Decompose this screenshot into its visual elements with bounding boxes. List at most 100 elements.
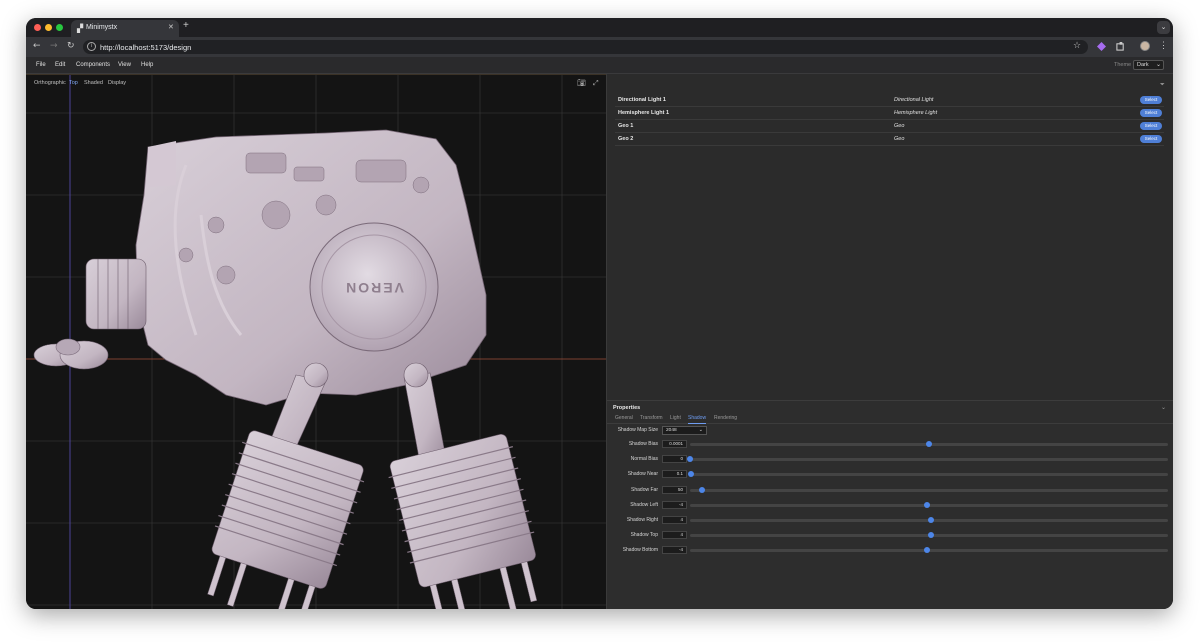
shadow-bias-input[interactable]: 0.0001 bbox=[662, 440, 687, 448]
slider-thumb[interactable] bbox=[923, 501, 930, 508]
mode-orthographic[interactable]: Orthographic bbox=[34, 80, 66, 86]
tab-search-icon[interactable]: ⌄ bbox=[1157, 21, 1170, 34]
properties-title: Properties bbox=[613, 405, 641, 411]
extensions-puzzle-icon[interactable] bbox=[1116, 42, 1125, 51]
shadow-bottom-slider[interactable] bbox=[690, 547, 1168, 554]
browser-toolbar: ← → ↻ i http://localhost:5173/design ☆ ⋮ bbox=[26, 37, 1173, 57]
scene-row[interactable]: Directional Light 1 Directional Light Se… bbox=[615, 94, 1164, 107]
menu-components[interactable]: Components bbox=[76, 62, 110, 68]
shadow-map-size-value: 2048 bbox=[666, 428, 677, 433]
collapse-chevron-icon[interactable]: ⌄ bbox=[1161, 404, 1166, 411]
browser-tab[interactable]: ▞ Minimystx ✕ bbox=[71, 20, 179, 37]
slider-thumb[interactable] bbox=[923, 547, 930, 554]
slider-thumb[interactable] bbox=[928, 532, 935, 539]
slider-thumb[interactable] bbox=[928, 517, 935, 523]
browser-menu-icon[interactable]: ⋮ bbox=[1159, 40, 1168, 51]
filter-icon[interactable]: ⏷ bbox=[1160, 81, 1165, 89]
site-info-icon[interactable]: i bbox=[87, 42, 96, 51]
app-menubar: File Edit Components View Help Theme Dar… bbox=[26, 57, 1173, 74]
shadow-left-label: Shadow Left bbox=[630, 501, 658, 508]
app-favicon-icon: ▞ bbox=[77, 24, 84, 33]
scene-panel: ⏷ Directional Light 1 Directional Light … bbox=[606, 74, 1173, 609]
shadow-far-slider[interactable] bbox=[690, 486, 1168, 493]
new-tab-icon[interactable]: + bbox=[183, 20, 189, 31]
menu-edit[interactable]: Edit bbox=[55, 62, 65, 68]
shadow-far-input[interactable]: 50 bbox=[662, 485, 687, 494]
theme-select[interactable]: Dark ⌄ bbox=[1133, 60, 1164, 70]
shadow-map-size-select[interactable]: 2048 ⌄ bbox=[662, 426, 707, 435]
tab-title: Minimystx bbox=[86, 24, 118, 31]
slider-thumb[interactable] bbox=[926, 441, 932, 447]
select-button[interactable]: Select bbox=[1140, 109, 1162, 117]
shadow-top-label: Shadow Top bbox=[630, 532, 658, 539]
select-button[interactable]: Select bbox=[1140, 135, 1162, 143]
scene-row[interactable]: Hemisphere Light 1 Hemisphere Light Sele… bbox=[615, 107, 1164, 120]
normal-bias-slider[interactable] bbox=[687, 456, 1168, 463]
shadow-left-input[interactable]: -4 bbox=[662, 500, 687, 509]
select-button[interactable]: Select bbox=[1140, 96, 1162, 104]
shadow-map-size-label: Shadow Map Size bbox=[617, 427, 658, 433]
select-button[interactable]: Select bbox=[1140, 122, 1162, 130]
shadow-top-input[interactable]: 4 bbox=[662, 531, 687, 540]
forward-icon[interactable]: → bbox=[50, 41, 58, 51]
object-name: Directional Light 1 bbox=[618, 97, 666, 103]
mode-top[interactable]: Top bbox=[69, 80, 78, 86]
object-name: Geo 1 bbox=[618, 123, 634, 129]
address-bar[interactable]: i http://localhost:5173/design ☆ bbox=[83, 40, 1088, 54]
shadow-bottom-input[interactable]: -4 bbox=[662, 546, 687, 555]
shadow-bottom-label: Shadow Bottom bbox=[622, 547, 658, 554]
object-type: Geo bbox=[894, 123, 905, 129]
tab-general[interactable]: General bbox=[615, 415, 633, 423]
chevron-down-icon: ⌄ bbox=[1155, 62, 1161, 68]
slider-thumb[interactable] bbox=[687, 456, 693, 463]
theme-label: Theme bbox=[1114, 62, 1132, 68]
3d-viewport[interactable]: VERON Orthographic Top Shaded Display 📷︎… bbox=[26, 74, 606, 609]
shadow-left-slider[interactable] bbox=[690, 501, 1168, 508]
profile-avatar[interactable] bbox=[1140, 41, 1150, 51]
minimize-window-button[interactable] bbox=[45, 24, 52, 31]
shadow-bias-slider[interactable] bbox=[690, 441, 1168, 447]
left-cylinder bbox=[207, 430, 365, 609]
bookmark-star-icon[interactable]: ☆ bbox=[1073, 41, 1081, 51]
tab-light[interactable]: Light bbox=[670, 415, 681, 423]
scene-row[interactable]: Geo 1 Geo Select bbox=[615, 120, 1164, 133]
shadow-top-slider[interactable] bbox=[690, 532, 1168, 539]
engine-brand-label: VERON bbox=[344, 280, 404, 296]
menu-file[interactable]: File bbox=[36, 62, 46, 68]
tab-rendering[interactable]: Rendering bbox=[714, 415, 737, 423]
zoom-window-button[interactable] bbox=[56, 24, 63, 31]
menu-help[interactable]: Help bbox=[141, 62, 153, 68]
intake-cylinder bbox=[85, 258, 147, 330]
close-window-button[interactable] bbox=[34, 24, 41, 31]
tab-shadow[interactable]: Shadow bbox=[688, 415, 707, 424]
mode-display[interactable]: Display bbox=[108, 80, 126, 86]
normal-bias-input[interactable]: 0 bbox=[662, 455, 687, 464]
shadow-near-input[interactable]: 0.1 bbox=[662, 470, 687, 479]
extension-icon[interactable] bbox=[1097, 42, 1106, 51]
slider-thumb[interactable] bbox=[687, 471, 694, 478]
shadow-right-label: Shadow Right bbox=[626, 517, 658, 523]
object-type: Hemisphere Light bbox=[894, 110, 938, 116]
object-type: Directional Light bbox=[894, 97, 934, 103]
shadow-bias-label: Shadow Bias bbox=[628, 441, 658, 447]
back-icon[interactable]: ← bbox=[33, 41, 41, 51]
url-text[interactable]: http://localhost:5173/design bbox=[100, 43, 191, 52]
shadow-near-slider[interactable] bbox=[687, 471, 1168, 478]
tab-strip: ▞ Minimystx ✕ + ⌄ bbox=[26, 18, 1173, 37]
menu-view[interactable]: View bbox=[118, 62, 131, 68]
mode-shaded[interactable]: Shaded bbox=[84, 80, 103, 86]
scene-row[interactable]: Geo 2 Geo Select bbox=[615, 133, 1164, 146]
engine-3d-model[interactable]: VERON bbox=[26, 75, 606, 609]
slider-thumb[interactable] bbox=[698, 486, 705, 493]
close-tab-icon[interactable]: ✕ bbox=[168, 23, 174, 31]
camera-icon[interactable]: 📷︎ bbox=[577, 79, 586, 87]
properties-panel: Properties ⌄ General Transform Light Sha… bbox=[607, 400, 1173, 609]
shadow-right-slider[interactable] bbox=[690, 517, 1168, 523]
browser-window: ▞ Minimystx ✕ + ⌄ ← → ↻ i http://localho… bbox=[26, 18, 1173, 609]
object-type: Geo bbox=[894, 136, 905, 142]
reload-icon[interactable]: ↻ bbox=[67, 41, 75, 51]
tab-transform[interactable]: Transform bbox=[640, 415, 663, 423]
shadow-right-input[interactable]: 4 bbox=[662, 516, 687, 524]
object-name: Geo 2 bbox=[618, 136, 634, 142]
fullscreen-icon[interactable]: ⤢ bbox=[593, 79, 599, 88]
